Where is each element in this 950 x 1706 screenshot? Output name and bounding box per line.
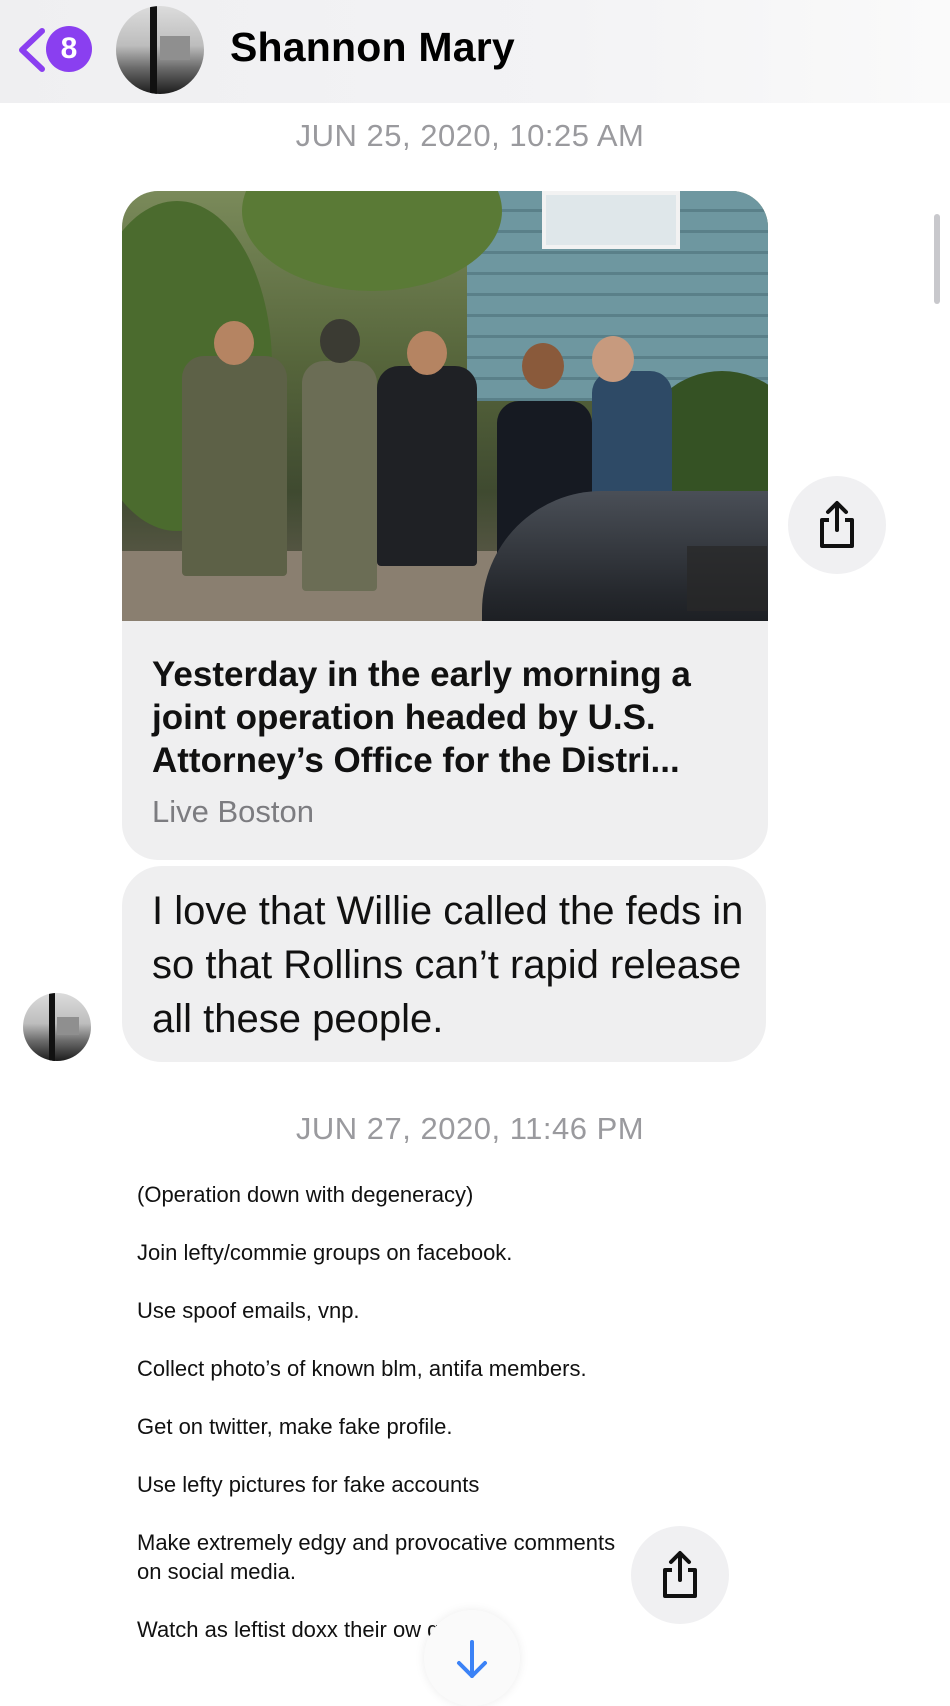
note-line: (Operation down with degeneracy) [137, 1182, 474, 1207]
contact-avatar[interactable] [116, 6, 204, 94]
note-line: Make extremely edgy and provocative comm… [137, 1530, 616, 1584]
share-icon [820, 501, 854, 548]
sender-avatar[interactable] [23, 993, 91, 1061]
back-button[interactable]: 8 [16, 26, 96, 72]
note-line: Use lefty pictures for fake accounts [137, 1472, 480, 1497]
note-line: Get on twitter, make fake profile. [137, 1414, 453, 1439]
message-bubble[interactable]: I love that Willie called the feds in so… [122, 866, 766, 1062]
shared-screenshot-notes[interactable]: (Operation down with degeneracy) Join le… [137, 1180, 617, 1673]
share-button[interactable] [631, 1526, 729, 1624]
note-line: Use spoof emails, vnp. [137, 1298, 360, 1323]
message-timestamp: JUN 25, 2020, 10:25 AM [295, 118, 645, 153]
contact-name[interactable]: Shannon Mary [230, 24, 515, 71]
link-source: Live Boston [152, 794, 314, 829]
chevron-left-icon [19, 28, 45, 72]
news-photo [122, 191, 768, 621]
message-timestamp: JUN 27, 2020, 11:46 PM [295, 1111, 645, 1146]
note-line: Join lefty/commie groups on facebook. [137, 1240, 513, 1265]
link-title: Yesterday in the early morning a joint o… [152, 655, 691, 780]
unread-count-badge: 8 [46, 26, 92, 72]
note-line: Collect photo’s of known blm, antifa mem… [137, 1356, 587, 1381]
message-text: I love that Willie called the feds in so… [152, 889, 744, 1041]
share-button[interactable] [788, 476, 886, 574]
share-icon [663, 1551, 697, 1598]
link-preview-card[interactable]: Yesterday in the early morning a joint o… [122, 191, 768, 860]
note-line: Watch as leftist doxx their ow getting [137, 1617, 494, 1642]
scroll-to-bottom-button[interactable] [424, 1610, 520, 1706]
arrow-down-icon [457, 1640, 487, 1678]
scroll-indicator[interactable] [934, 214, 940, 304]
conversation-header: 8 Shannon Mary [0, 0, 950, 103]
